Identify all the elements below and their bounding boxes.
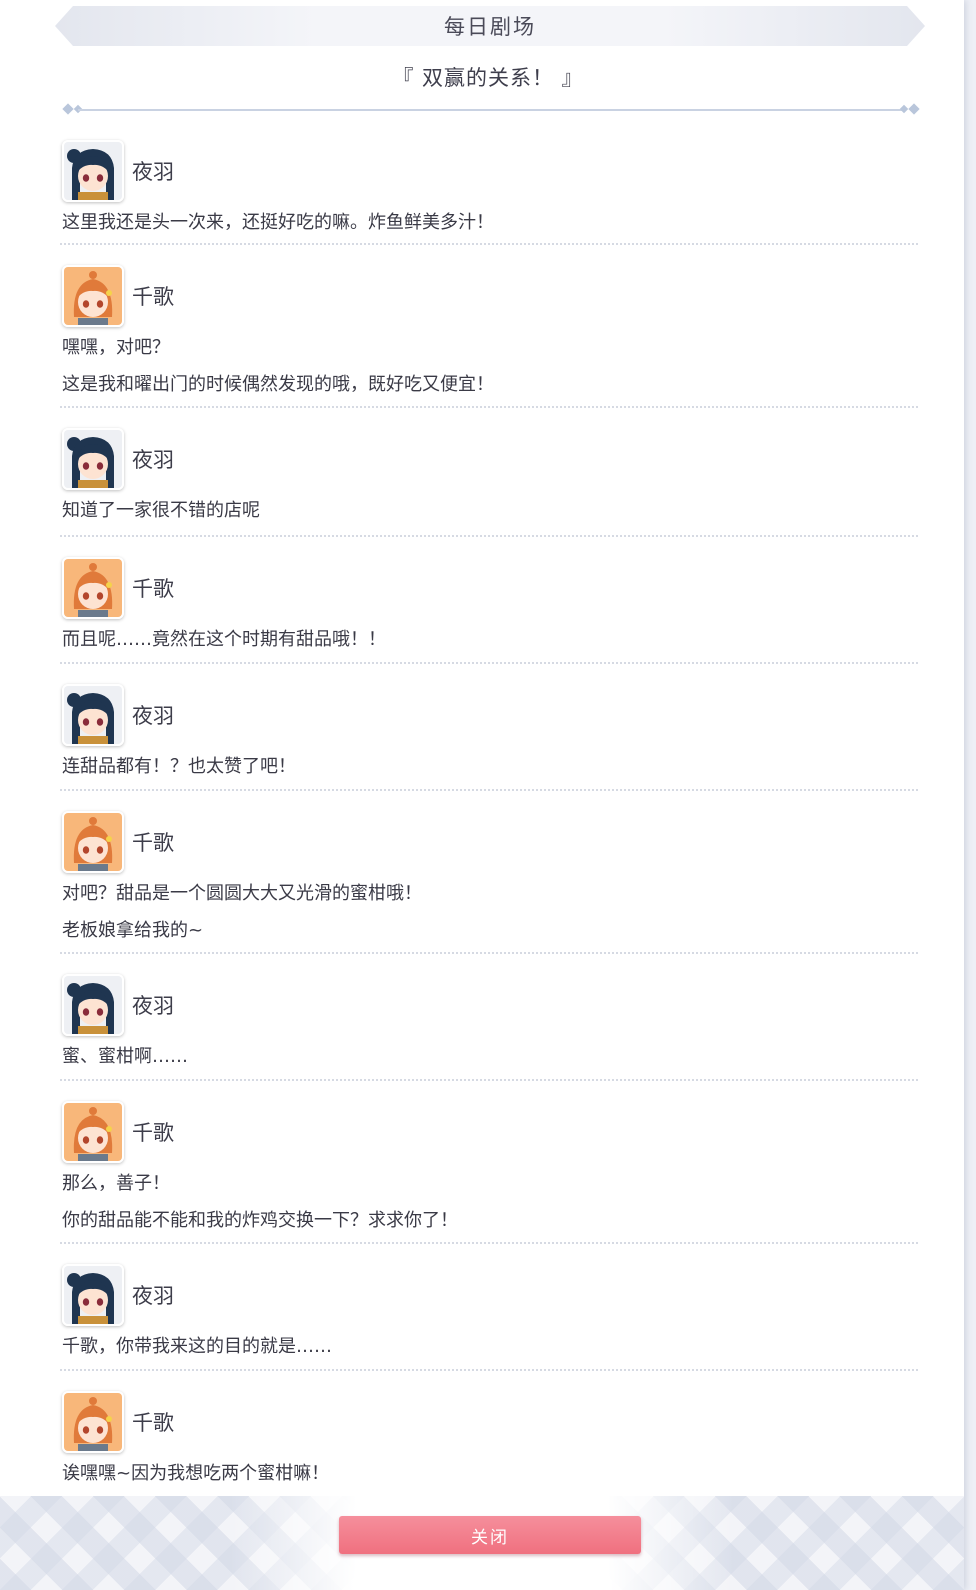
- speaker-name: 夜羽: [132, 160, 174, 184]
- chika-avatar-icon: [62, 1101, 124, 1163]
- dialogue-line: 知道了一家很不错的店呢: [62, 500, 260, 521]
- speaker-row: 千歌: [62, 557, 174, 619]
- speaker-row: 千歌: [62, 1391, 174, 1453]
- page-title: 每日剧场: [444, 15, 536, 39]
- dialogue-entry: 千歌而且呢……竟然在这个时期有甜品哦！！: [60, 537, 918, 664]
- dialogue-line: 这里我还是头一次来，还挺好吃的嘛。炸鱼鲜美多汁！: [62, 212, 494, 233]
- dialogue-entry: 夜羽连甜品都有！？也太赞了吧！: [60, 664, 918, 791]
- header-bar: 每日剧场: [55, 6, 925, 46]
- story-title: 『 双赢的关系！ 』: [392, 66, 584, 90]
- speaker-row: 千歌: [62, 1101, 174, 1163]
- dialogue-entry: 夜羽千歌，你带我来这的目的就是……: [60, 1244, 918, 1371]
- speaker-name: 千歌: [132, 1411, 174, 1435]
- speaker-name: 夜羽: [132, 704, 174, 728]
- dialogue-entry: 夜羽这里我还是头一次来，还挺好吃的嘛。炸鱼鲜美多汁！: [60, 120, 918, 245]
- speaker-row: 夜羽: [62, 1264, 174, 1326]
- dialogue-entry: 夜羽蜜、蜜柑啊……: [60, 954, 918, 1081]
- speaker-name: 夜羽: [132, 994, 174, 1018]
- speaker-row: 夜羽: [62, 140, 174, 202]
- yoshiko-avatar-icon: [62, 428, 124, 490]
- speaker-name: 千歌: [132, 285, 174, 309]
- speaker-row: 夜羽: [62, 974, 174, 1036]
- yoshiko-avatar-icon: [62, 1264, 124, 1326]
- dialogue-entry: 夜羽知道了一家很不错的店呢: [60, 408, 918, 537]
- dialogue-line: 诶嘿嘿~因为我想吃两个蜜柑嘛！: [62, 1463, 330, 1484]
- speaker-name: 夜羽: [132, 1284, 174, 1308]
- yoshiko-avatar-icon: [62, 684, 124, 746]
- speaker-name: 夜羽: [132, 448, 174, 472]
- speaker-row: 夜羽: [62, 428, 174, 490]
- divider-diamond-icon: [62, 103, 74, 115]
- dialogue-entry: 千歌对吧？甜品是一个圆圆大大又光滑的蜜柑哦！ 老板娘拿给我的~: [60, 791, 918, 954]
- speaker-name: 千歌: [132, 1121, 174, 1145]
- divider-diamond-icon: [908, 103, 920, 115]
- dialogue-list[interactable]: 夜羽 这里我还是头一次来，还挺好吃的嘛。炸鱼鲜美多汁！ 千歌 嘿嘿，对吧？ 这是我和曜出…: [60, 120, 918, 1498]
- speaker-name: 千歌: [132, 831, 174, 855]
- speaker-row: 千歌: [62, 811, 174, 873]
- dialogue-line: 这是我和曜出门的时候偶然发现的哦，既好吃又便宜！: [62, 374, 494, 395]
- yoshiko-avatar-icon: [62, 974, 124, 1036]
- title-divider: [62, 102, 920, 118]
- speaker-name: 千歌: [132, 577, 174, 601]
- dialogue-line: 老板娘拿给我的~: [62, 920, 204, 941]
- chika-avatar-icon: [62, 265, 124, 327]
- dialogue-line: 千歌，你带我来这的目的就是……: [62, 1336, 332, 1357]
- dialogue-line: 连甜品都有！？也太赞了吧！: [62, 756, 296, 777]
- divider-diamond-icon: [899, 104, 909, 114]
- dialogue-line: 对吧？甜品是一个圆圆大大又光滑的蜜柑哦！: [62, 883, 422, 904]
- dialogue-line: 嘿嘿，对吧？: [62, 337, 170, 358]
- speaker-row: 夜羽: [62, 684, 174, 746]
- dialogue-line: 蜜、蜜柑啊……: [62, 1046, 188, 1067]
- yoshiko-avatar-icon: [62, 140, 124, 202]
- dialogue-entry: 千歌诶嘿嘿~因为我想吃两个蜜柑嘛！: [60, 1371, 918, 1498]
- dialogue-line: 而且呢……竟然在这个时期有甜品哦！！: [62, 629, 386, 650]
- dialogue-entry: 千歌那么，善子！ 你的甜品能不能和我的炸鸡交换一下？求求你了！: [60, 1081, 918, 1244]
- daily-theater-panel: 每日剧场 『 双赢的关系！ 』 夜羽这里我还是头一次来，还挺好吃的嘛。炸鱼鲜美多…: [0, 0, 964, 1590]
- speaker-row: 千歌: [62, 265, 174, 327]
- dialogue-line: 你的甜品能不能和我的炸鸡交换一下？求求你了！: [62, 1210, 458, 1231]
- chika-avatar-icon: [62, 1391, 124, 1453]
- dialogue-entry: 千歌嘿嘿，对吧？ 这是我和曜出门的时候偶然发现的哦，既好吃又便宜！: [60, 245, 918, 408]
- close-button[interactable]: 关闭: [339, 1516, 641, 1554]
- chika-avatar-icon: [62, 557, 124, 619]
- dialogue-line: 那么，善子！: [62, 1173, 170, 1194]
- chika-avatar-icon: [62, 811, 124, 873]
